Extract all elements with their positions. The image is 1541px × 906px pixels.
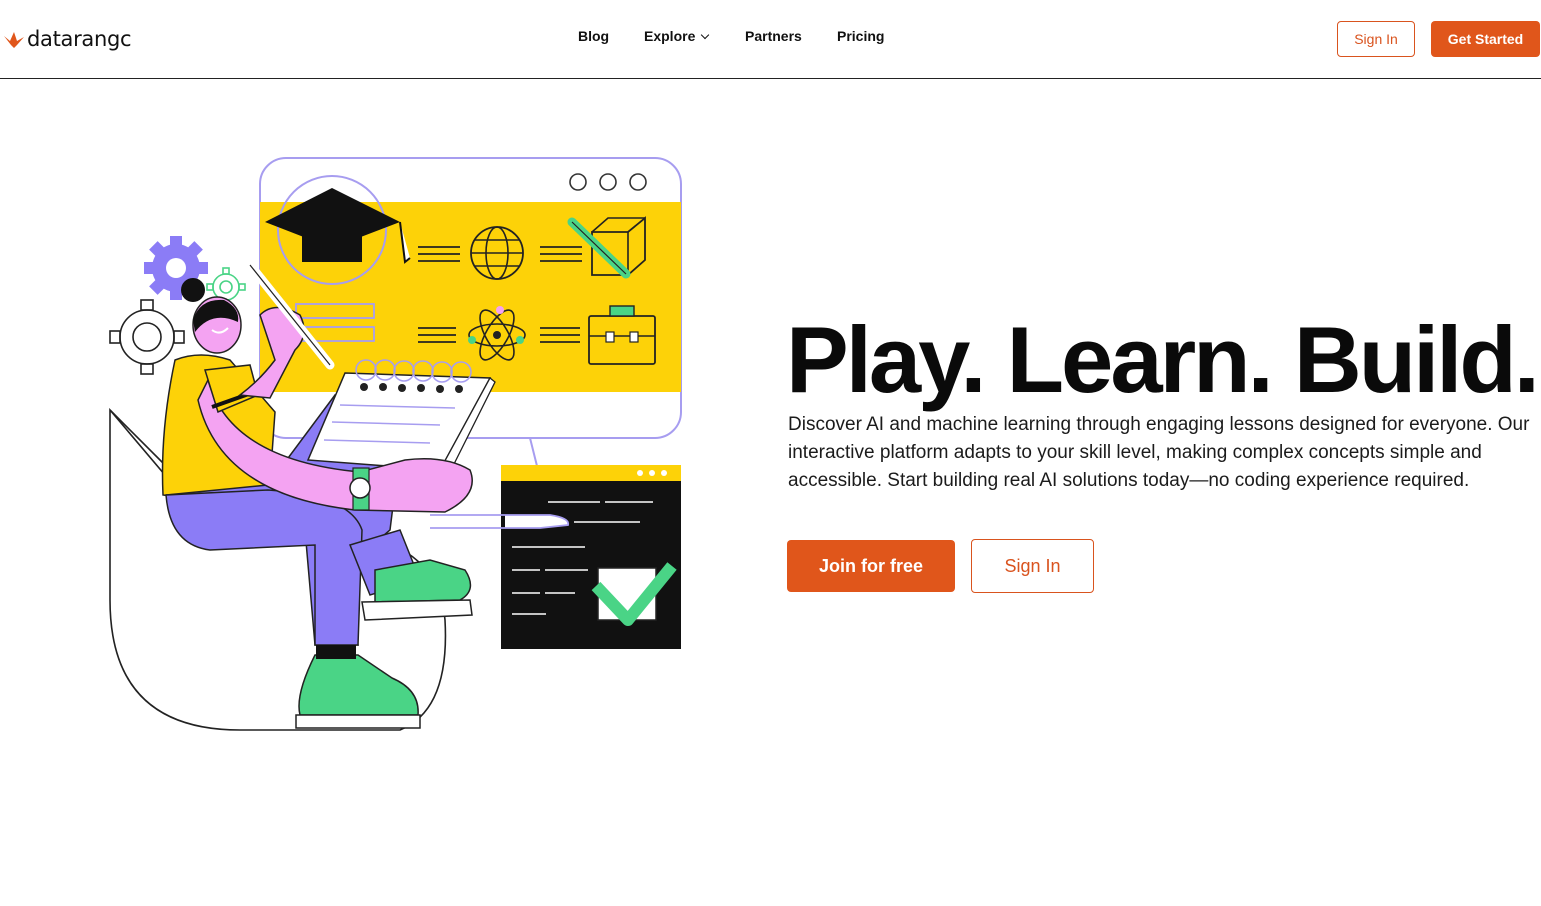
- nav-explore[interactable]: Explore: [644, 28, 710, 44]
- nav-pricing[interactable]: Pricing: [837, 28, 884, 44]
- header-sign-in-button[interactable]: Sign In: [1337, 21, 1415, 57]
- hero-description: Discover AI and machine learning through…: [788, 414, 1530, 491]
- site-header: datarangc Blog Explore Partners Pricing …: [0, 0, 1541, 79]
- nav-partners[interactable]: Partners: [745, 28, 802, 44]
- get-started-button[interactable]: Get Started: [1431, 21, 1540, 57]
- chevron-down-icon: [701, 30, 710, 39]
- student-learning-illustration: [109, 157, 682, 731]
- join-for-free-button[interactable]: Join for free: [787, 540, 955, 592]
- nav-blog-label: Blog: [578, 28, 610, 44]
- hero-sign-in-button[interactable]: Sign In: [971, 539, 1094, 593]
- hero-title: Play. Learn. Build.: [786, 307, 1540, 412]
- main-nav: Blog Explore Partners Pricing: [0, 28, 1541, 50]
- nav-blog[interactable]: Blog: [578, 28, 609, 44]
- nav-pricing-label: Pricing: [837, 28, 885, 44]
- nav-partners-label: Partners: [745, 28, 802, 44]
- nav-explore-label: Explore: [644, 28, 696, 44]
